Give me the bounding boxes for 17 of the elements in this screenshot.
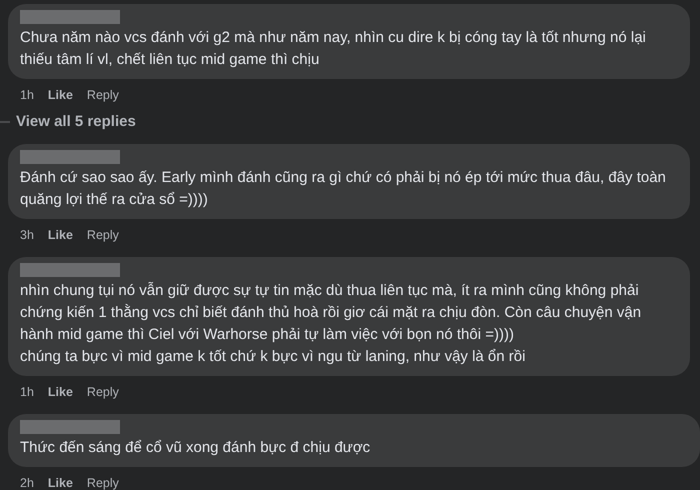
like-link[interactable]: Like <box>48 385 73 399</box>
timestamp[interactable]: 2h <box>20 476 34 490</box>
reply-link[interactable]: Reply <box>86 385 119 399</box>
like-link[interactable]: Like <box>48 88 73 102</box>
comment-text: Chưa năm nào vcs đánh với g2 mà như năm nay, nhìn cu dire k bị cóng tay là tốt nhưng nó lại thiếu tâm lí vl, chết liên tục mid game thì chịu <box>20 28 647 70</box>
timestamp[interactable]: 1h <box>20 385 34 399</box>
reply-link[interactable]: Reply <box>86 476 119 490</box>
reply-link[interactable]: Reply <box>86 88 119 102</box>
view-replies-link[interactable]: View all 5 replies <box>16 113 136 130</box>
comment-text: nhìn chung tụi nó vẫn giữ được sự tự tin mặc dù thua liên tục mà, ít ra mình cũng không phải chứng kiến 1 thằng vcs chỉ biết đánh thủ hoà rồi giơ cái mặt ra chịu đòn. Còn câu chuyện vận hành mid game thì Ciel với Warhorse phải tự làm việc với bọn nó thôi =)))) chúng ta bực vì mid game k tốt chứ k bực vì ngu từ laning, như vậy là ổn rồi <box>20 281 642 367</box>
like-link[interactable]: Like <box>48 228 73 242</box>
timestamp[interactable]: 3h <box>20 228 34 242</box>
comment-text: Thức đến sáng để cổ vũ xong đánh bực đ chịu được <box>20 438 372 458</box>
like-link[interactable]: Like <box>48 476 73 490</box>
timestamp[interactable]: 1h <box>20 88 34 102</box>
comment-text: Đánh cứ sao sao ấy. Early mình đánh cũng ra gì chứ có phải bị nó ép tới mức thua đâu, đây toàn quăng lợi thế ra cửa sổ =)))) <box>20 168 667 210</box>
reply-link[interactable]: Reply <box>86 228 119 242</box>
